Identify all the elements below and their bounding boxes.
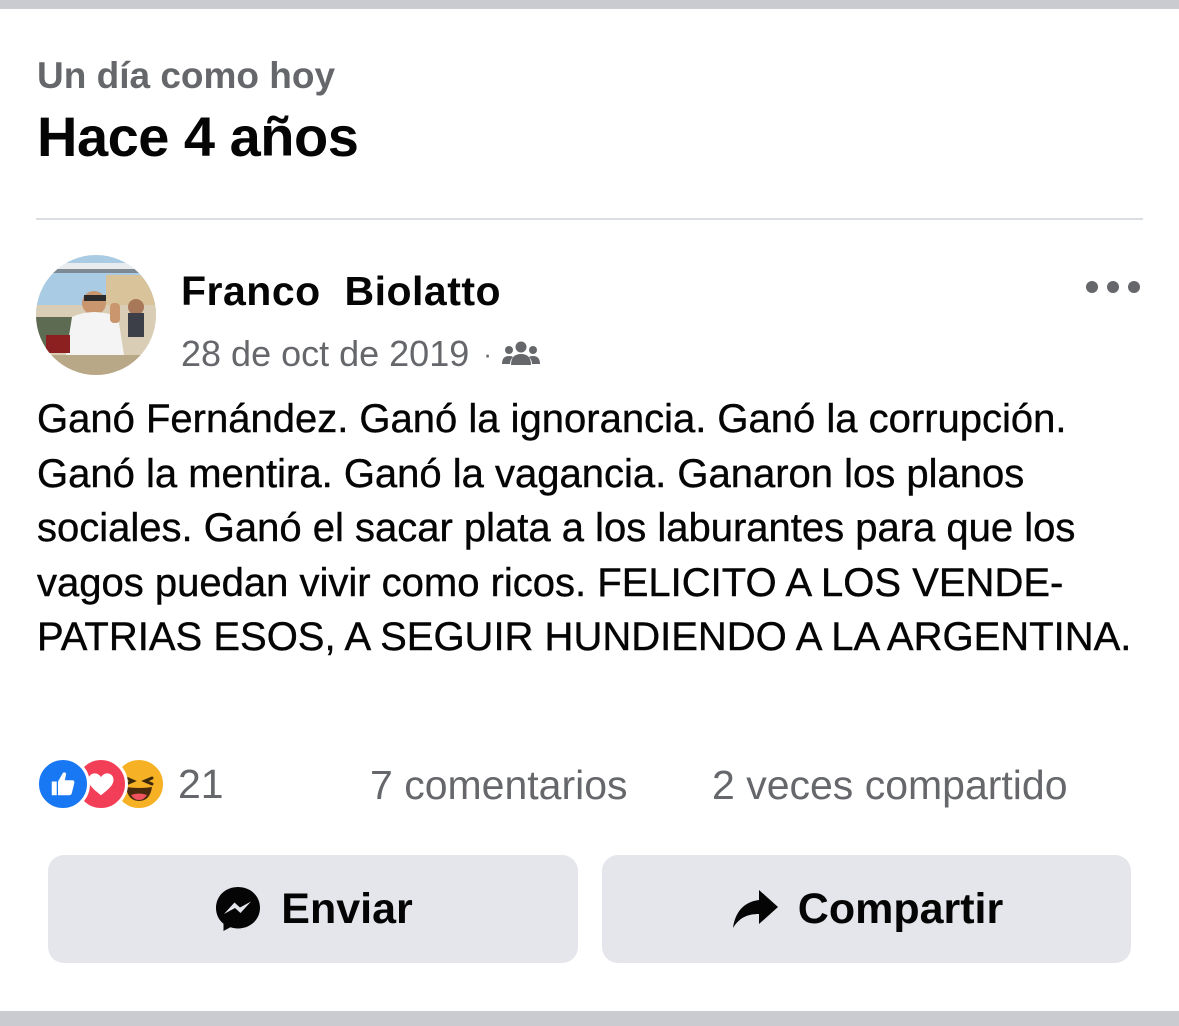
author-name[interactable]: Franco Biolatto bbox=[181, 266, 501, 316]
more-dot-icon bbox=[1086, 281, 1098, 293]
bottom-separator-bar bbox=[0, 1011, 1179, 1026]
send-label: Enviar bbox=[281, 884, 413, 933]
meta-separator: · bbox=[483, 338, 492, 369]
top-separator-bar bbox=[0, 0, 1179, 9]
reactions-summary[interactable]: 21 bbox=[36, 757, 224, 811]
like-icon bbox=[36, 757, 90, 811]
memory-title: Hace 4 años bbox=[37, 105, 359, 168]
divider bbox=[36, 218, 1143, 220]
friends-icon[interactable] bbox=[501, 339, 540, 369]
post-text: Ganó Fernández. Ganó la ignorancia. Ganó… bbox=[37, 397, 1132, 659]
comments-count[interactable]: 7 comentarios bbox=[370, 760, 628, 810]
avatar[interactable] bbox=[36, 255, 156, 375]
reaction-count: 21 bbox=[178, 761, 224, 807]
more-dot-icon bbox=[1107, 281, 1119, 293]
post-date[interactable]: 28 de oct de 2019 bbox=[181, 333, 469, 375]
more-dot-icon bbox=[1128, 281, 1140, 293]
send-button[interactable]: Enviar bbox=[48, 855, 578, 963]
share-label: Compartir bbox=[797, 884, 1004, 933]
share-arrow-icon bbox=[730, 884, 780, 934]
share-button[interactable]: Compartir bbox=[602, 855, 1131, 963]
memory-label: Un día como hoy bbox=[37, 55, 336, 96]
more-options-button[interactable] bbox=[1086, 270, 1140, 304]
shares-count[interactable]: 2 veces compartido bbox=[712, 760, 1068, 810]
post-meta: 28 de oct de 2019 · bbox=[181, 331, 540, 377]
messenger-icon bbox=[213, 884, 263, 934]
avatar-photo bbox=[36, 255, 156, 375]
